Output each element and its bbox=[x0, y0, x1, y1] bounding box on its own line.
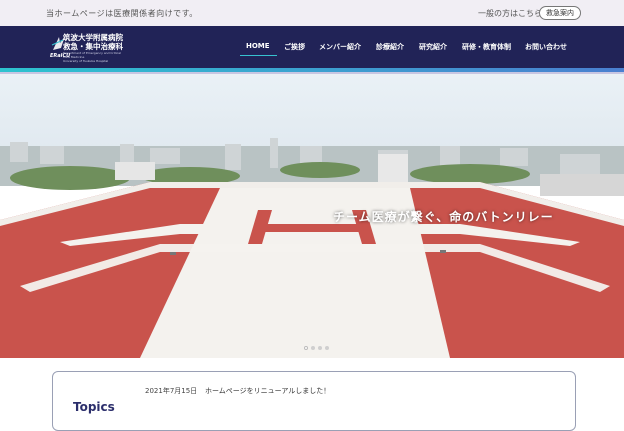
slider-dot-1[interactable] bbox=[304, 346, 308, 350]
site-logo[interactable]: ERaICU 筑波大学附属病院 救急・集中治療科 Department of E… bbox=[50, 32, 160, 64]
nav-item-members[interactable]: メンバー紹介 bbox=[319, 42, 361, 52]
nav-item-research[interactable]: 研究紹介 bbox=[419, 42, 447, 52]
nav-item-greeting[interactable]: ご挨拶 bbox=[284, 42, 305, 52]
slider-dot-2[interactable] bbox=[311, 346, 315, 350]
hero-slider: チーム医療が繋ぐ、命のバトンリレー bbox=[0, 74, 624, 358]
nav-item-contact[interactable]: お問い合わせ bbox=[525, 42, 567, 52]
nav-active-indicator bbox=[240, 55, 277, 56]
slider-dot-4[interactable] bbox=[325, 346, 329, 350]
topic-date: 2021年7月15日 bbox=[145, 387, 198, 395]
topic-link[interactable]: ホームページをリニューアルしました！ bbox=[205, 386, 330, 396]
slider-dot-3[interactable] bbox=[318, 346, 322, 350]
general-public-link[interactable]: 一般の方はこちら bbox=[478, 8, 542, 19]
topics-heading: Topics bbox=[73, 400, 115, 414]
logo-english-name: Department of Emergency and Critical Car… bbox=[63, 51, 123, 63]
nav-item-clinical[interactable]: 診療紹介 bbox=[376, 42, 404, 52]
emergency-guide-button[interactable]: 救急案内 bbox=[539, 6, 581, 20]
audience-notice: 当ホームページは医療関係者向けです。 bbox=[46, 9, 198, 18]
main-navbar: ERaICU 筑波大学附属病院 救急・集中治療科 Department of E… bbox=[0, 26, 624, 68]
hero-tagline: チーム医療が繋ぐ、命のバトンリレー bbox=[333, 210, 554, 224]
topics-section: 2021年7月15日 ホームページをリニューアルしました！ Topics bbox=[52, 371, 576, 431]
logo-sub-line2: University of Tsukuba Hospital bbox=[63, 59, 109, 63]
logo-sub-line1: Department of Emergency and Critical Car… bbox=[63, 51, 121, 59]
nav-item-training[interactable]: 研修・教育体制 bbox=[462, 42, 511, 52]
slider-pagination bbox=[304, 346, 329, 350]
top-notice-bar: 当ホームページは医療関係者向けです。 一般の方はこちら 救急案内 bbox=[0, 0, 624, 26]
nav-item-home[interactable]: HOME bbox=[246, 42, 270, 50]
